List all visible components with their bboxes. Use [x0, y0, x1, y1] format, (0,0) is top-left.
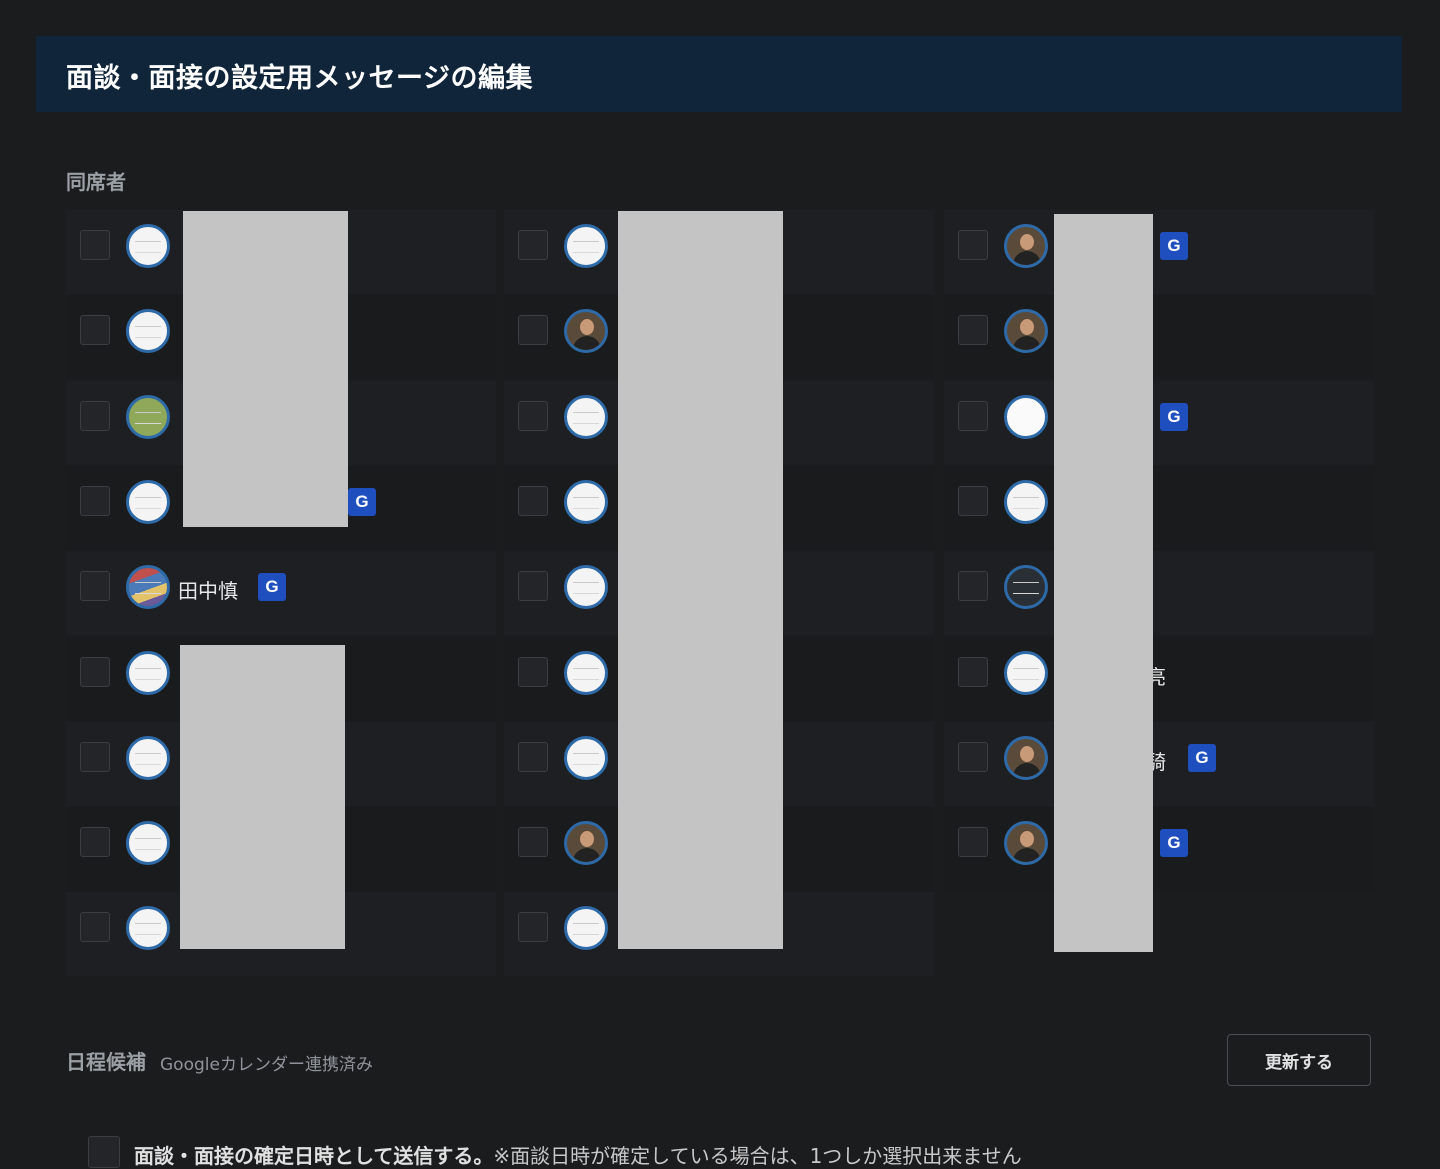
avatar: [1004, 565, 1048, 610]
redaction-block: [618, 211, 783, 949]
avatar: [564, 394, 608, 439]
attendee-checkbox[interactable]: [80, 230, 110, 260]
avatar: [1004, 479, 1048, 524]
avatar: [126, 224, 170, 268]
attendee-checkbox[interactable]: [518, 656, 548, 687]
update-button[interactable]: 更新する: [1227, 1034, 1371, 1086]
google-calendar-icon: G: [258, 573, 286, 602]
google-calendar-icon: G: [1188, 743, 1216, 772]
attendee-row[interactable]: G: [944, 380, 1374, 465]
avatar: [1004, 394, 1048, 439]
confirm-datetime-note: ※面談日時が確定している場合は、1つしか選択出来ません: [493, 1144, 1022, 1168]
attendee-checkbox[interactable]: [518, 315, 548, 346]
attendee-checkbox[interactable]: [958, 571, 988, 602]
attendee-checkbox[interactable]: [80, 741, 110, 772]
attendee-checkbox[interactable]: [518, 485, 548, 516]
attendee-checkbox[interactable]: [518, 400, 548, 431]
avatar: [1004, 821, 1048, 866]
avatar: [126, 821, 170, 866]
attendees-label: 同席者: [66, 170, 126, 194]
redaction-block: [1054, 214, 1153, 952]
attendee-checkbox[interactable]: [958, 656, 988, 687]
avatar: [564, 479, 608, 524]
avatar: [126, 906, 170, 951]
attendee-row[interactable]: 亮: [944, 636, 1374, 721]
avatar: [126, 309, 170, 354]
attendee-checkbox[interactable]: [80, 315, 110, 346]
avatar: [564, 309, 608, 354]
google-calendar-icon: G: [1160, 402, 1188, 431]
attendee-checkbox[interactable]: [518, 230, 548, 260]
avatar: [1004, 224, 1048, 268]
page-header: 面談・面接の設定用メッセージの編集: [36, 36, 1402, 112]
redaction-block: [180, 645, 345, 949]
attendee-checkbox[interactable]: [518, 571, 548, 602]
avatar: [564, 650, 608, 695]
attendee-checkbox[interactable]: [518, 741, 548, 772]
avatar: [1004, 650, 1048, 695]
google-calendar-icon: G: [1160, 829, 1188, 858]
attendee-row[interactable]: [944, 295, 1374, 380]
avatar: [1004, 735, 1048, 780]
schedule-label: 日程候補: [66, 1050, 146, 1074]
confirm-datetime-bold: 面談・面接の確定日時として送信する。: [134, 1144, 494, 1168]
attendee-checkbox[interactable]: [958, 315, 988, 346]
avatar: [126, 565, 170, 610]
attendee-checkbox[interactable]: [80, 485, 110, 516]
attendee-row[interactable]: G: [944, 210, 1374, 294]
avatar: [126, 394, 170, 439]
attendee-checkbox[interactable]: [80, 656, 110, 687]
attendee-checkbox[interactable]: [958, 230, 988, 260]
attendee-checkbox[interactable]: [80, 827, 110, 858]
attendee-checkbox[interactable]: [518, 827, 548, 858]
page-title: 面談・面接の設定用メッセージの編集: [66, 63, 533, 94]
attendee-checkbox[interactable]: [80, 400, 110, 431]
avatar: [564, 821, 608, 866]
avatar: [126, 650, 170, 695]
attendee-row[interactable]: 田中慎 G: [66, 551, 496, 636]
confirm-datetime-checkbox[interactable]: [88, 1136, 120, 1168]
google-calendar-icon: G: [348, 487, 376, 516]
attendee-name: 田中慎: [178, 579, 238, 604]
attendee-checkbox[interactable]: [958, 827, 988, 858]
attendee-checkbox[interactable]: [958, 400, 988, 431]
calendar-linked-status: Googleカレンダー連携済み: [160, 1055, 373, 1075]
attendee-row[interactable]: [944, 465, 1374, 550]
avatar: [564, 906, 608, 951]
redaction-block: [183, 211, 348, 527]
confirm-datetime-label: 面談・面接の確定日時として送信する。※面談日時が確定している場合は、1つしか選択…: [134, 1140, 1022, 1169]
attendee-checkbox[interactable]: [958, 485, 988, 516]
attendee-row[interactable]: 騎G: [944, 721, 1374, 806]
attendee-checkbox[interactable]: [80, 912, 110, 943]
avatar: [564, 224, 608, 268]
attendee-column: GG亮騎GG: [944, 210, 1374, 970]
avatar: [1004, 309, 1048, 354]
attendee-row[interactable]: G: [944, 807, 1374, 892]
avatar: [126, 735, 170, 780]
attendee-checkbox[interactable]: [518, 912, 548, 943]
avatar: [126, 479, 170, 524]
avatar: [564, 565, 608, 610]
google-calendar-icon: G: [1160, 232, 1188, 260]
attendee-row[interactable]: [944, 551, 1374, 636]
attendee-checkbox[interactable]: [958, 741, 988, 772]
attendee-checkbox[interactable]: [80, 571, 110, 602]
avatar: [564, 735, 608, 780]
